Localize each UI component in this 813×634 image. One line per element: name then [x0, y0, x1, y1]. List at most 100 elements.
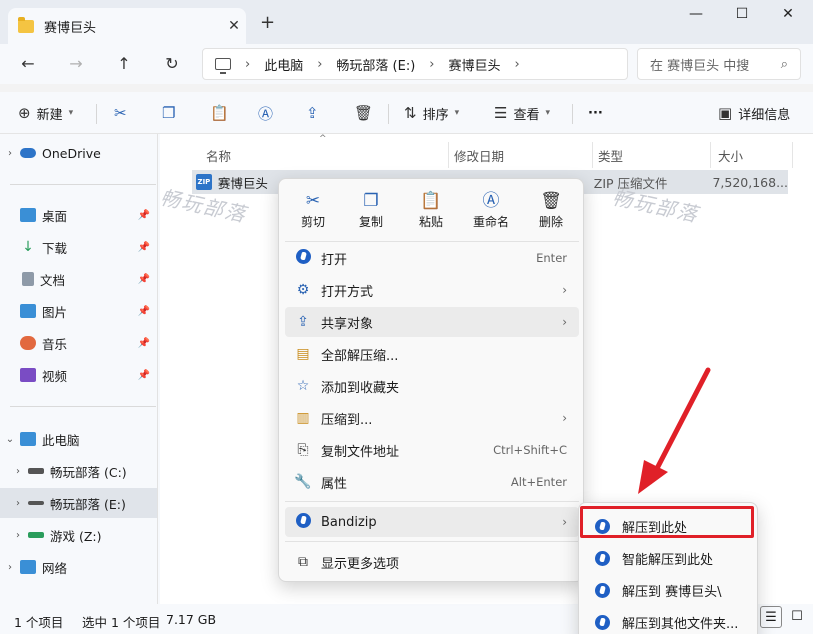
plus-circle-icon: ⊕: [18, 104, 31, 122]
chevron-right-icon[interactable]: ›: [0, 562, 20, 573]
submenu-item-label: 解压到其他文件夹...: [622, 616, 739, 632]
sort-button[interactable]: ⇅ 排序 ▾: [404, 102, 459, 124]
sidebar-item-drive-c[interactable]: › 畅玩部落 (C:): [0, 456, 158, 486]
tab-close-icon[interactable]: ✕: [222, 18, 246, 34]
menu-item-open[interactable]: 打开 Enter: [285, 243, 579, 273]
chevron-right-icon[interactable]: ›: [8, 530, 28, 541]
chevron-down-icon: ▾: [68, 108, 74, 118]
menu-item-compress-to[interactable]: ▥ 压缩到... ›: [285, 403, 579, 433]
cut-menu-button[interactable]: ✂ 剪切: [285, 189, 341, 239]
sidebar-item-onedrive[interactable]: › OneDrive: [0, 138, 158, 168]
details-view-icon[interactable]: ☰: [760, 606, 782, 628]
menu-item-add-favorite[interactable]: ☆ 添加到收藏夹: [285, 371, 579, 401]
submenu-item-smart-extract[interactable]: 智能解压到此处: [585, 543, 753, 573]
chevron-down-icon: ▾: [545, 108, 550, 118]
forward-button[interactable]: →: [64, 52, 88, 76]
chevron-right-icon[interactable]: ›: [8, 498, 28, 509]
toolbar-divider: [388, 104, 389, 124]
command-bar: ⊕ 新建 ▾ ✂ ❐ 📋 Ⓐ ⇪ 🗑 ⇅ 排序 ▾ ☰ 查看 ▾ ··· ▣ 详…: [0, 92, 813, 134]
rename-button[interactable]: Ⓐ: [258, 102, 279, 124]
copy-menu-button[interactable]: ❐ 复制: [343, 189, 399, 239]
view-list-icon: ☰: [494, 104, 508, 122]
menu-item-extract-all[interactable]: ▤ 全部解压缩...: [285, 339, 579, 369]
menu-item-open-with[interactable]: ⚙ 打开方式 ›: [285, 275, 579, 305]
sidebar-item-documents[interactable]: 文档 📌: [0, 264, 158, 294]
details-label: 详细信息: [738, 107, 791, 123]
back-button[interactable]: ←: [16, 52, 40, 76]
chevron-right-icon: ›: [245, 56, 251, 72]
minimize-button[interactable]: —: [676, 6, 716, 26]
paste-button[interactable]: 📋: [210, 102, 235, 124]
paste-menu-button[interactable]: 📋 粘贴: [403, 189, 459, 239]
menu-item-properties[interactable]: 🔧 属性 Alt+Enter: [285, 467, 579, 497]
chevron-right-icon: ›: [317, 56, 323, 72]
quick-action-label: 重命名: [472, 215, 509, 229]
column-header-size[interactable]: 大小: [718, 142, 743, 168]
column-divider[interactable]: [792, 142, 793, 168]
sidebar-item-network[interactable]: › 网络: [0, 552, 158, 582]
view-button[interactable]: ☰ 查看 ▾: [494, 102, 550, 124]
new-tab-button[interactable]: +: [260, 12, 275, 33]
menu-item-show-more[interactable]: ⧉ 显示更多选项: [285, 547, 579, 577]
pin-icon: 📌: [137, 369, 150, 381]
copy-button[interactable]: ❐: [162, 102, 181, 124]
breadcrumb-drive-e[interactable]: 畅玩部落 (E:): [336, 55, 415, 74]
video-icon: [20, 368, 36, 382]
new-button[interactable]: ⊕ 新建 ▾: [18, 102, 73, 124]
pin-icon: 📌: [137, 209, 150, 221]
scissors-icon: ✂: [305, 191, 321, 211]
clipboard-icon: 📋: [210, 104, 229, 122]
column-divider[interactable]: [448, 142, 449, 168]
menu-separator: [285, 541, 579, 542]
copy-path-icon: ⎘: [297, 442, 309, 458]
navigation-pane: › OneDrive 桌面 📌 ↓ 下载 📌 文档 📌 图片 📌 音乐 📌 视频: [0, 134, 160, 604]
submenu-item-extract-other[interactable]: 解压到其他文件夹...: [585, 607, 753, 634]
sidebar-item-label: 音乐: [42, 336, 68, 352]
tab-active[interactable]: 赛博巨头 ✕: [8, 8, 246, 44]
sidebar-item-drive-z[interactable]: › 游戏 (Z:): [0, 520, 158, 550]
details-pane-button[interactable]: ▣ 详细信息: [718, 102, 790, 124]
column-header-name[interactable]: 名称: [206, 142, 231, 168]
sidebar-item-pictures[interactable]: 图片 📌: [0, 296, 158, 326]
sidebar-item-downloads[interactable]: ↓ 下载 📌: [0, 232, 158, 262]
refresh-button[interactable]: ↻: [160, 52, 184, 76]
address-bar[interactable]: › 此电脑 › 畅玩部落 (E:) › 赛博巨头 ›: [202, 48, 628, 80]
delete-button[interactable]: 🗑: [354, 102, 379, 124]
rename-menu-button[interactable]: Ⓐ 重命名: [463, 189, 519, 239]
sidebar-item-desktop[interactable]: 桌面 📌: [0, 200, 158, 230]
delete-menu-button[interactable]: 🗑 删除: [523, 189, 579, 239]
close-window-button[interactable]: ✕: [768, 6, 808, 26]
share-button[interactable]: ⇪: [306, 102, 325, 124]
chevron-right-icon[interactable]: ›: [0, 148, 20, 159]
search-input[interactable]: 在 赛博巨头 中搜 ⌕: [637, 48, 801, 80]
network-icon: [20, 560, 36, 574]
sidebar-item-this-pc[interactable]: ⌄ 此电脑: [0, 424, 158, 454]
tiles-view-icon[interactable]: ☐: [786, 606, 808, 628]
submenu-item-extract-to-folder[interactable]: 解压到 赛博巨头\: [585, 575, 753, 605]
breadcrumb-folder[interactable]: 赛博巨头: [449, 55, 501, 74]
menu-item-share[interactable]: ⇪ 共享对象 ›: [285, 307, 579, 337]
menu-item-copy-path[interactable]: ⎘ 复制文件地址 Ctrl+Shift+C: [285, 435, 579, 465]
up-button[interactable]: ↑: [112, 52, 136, 76]
sidebar-item-drive-e[interactable]: › 畅玩部落 (E:): [0, 488, 158, 518]
chevron-down-icon: ▾: [454, 108, 460, 118]
chevron-right-icon: ›: [562, 315, 567, 329]
copy-icon: ❐: [363, 191, 379, 211]
more-options-button[interactable]: ···: [588, 102, 603, 124]
new-label: 新建: [36, 107, 63, 123]
sort-icon: ⇅: [404, 104, 417, 122]
trash-icon: 🗑: [354, 104, 374, 122]
chevron-right-icon[interactable]: ›: [8, 466, 28, 477]
column-header-date[interactable]: 修改日期: [454, 142, 504, 168]
menu-item-bandizip[interactable]: Bandizip ›: [285, 507, 579, 537]
sidebar-divider: [10, 184, 156, 185]
cut-button[interactable]: ✂: [114, 102, 133, 124]
breadcrumb-this-pc[interactable]: 此电脑: [264, 55, 303, 74]
column-divider[interactable]: [592, 142, 593, 168]
column-divider[interactable]: [710, 142, 711, 168]
sidebar-item-music[interactable]: 音乐 📌: [0, 328, 158, 358]
chevron-down-icon[interactable]: ⌄: [0, 434, 20, 445]
sidebar-item-videos[interactable]: 视频 📌: [0, 360, 158, 390]
maximize-button[interactable]: ☐: [722, 6, 762, 26]
column-header-type[interactable]: 类型: [598, 142, 623, 168]
